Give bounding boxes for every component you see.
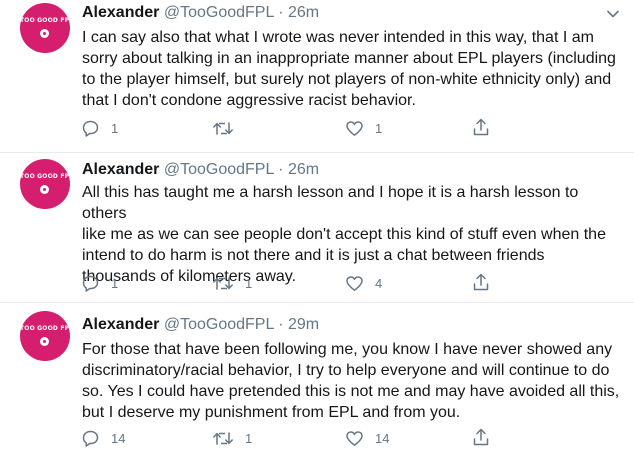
timestamp[interactable]: 26m (288, 161, 319, 178)
avatar[interactable]: TOO GOOD FPL (20, 311, 70, 361)
like-count: 4 (375, 275, 383, 291)
retweet-icon (213, 276, 233, 290)
like-button[interactable]: 1 (345, 118, 382, 138)
like-count: 14 (375, 430, 390, 446)
share-icon (473, 118, 489, 136)
reply-count: 1 (111, 275, 119, 291)
like-count: 1 (375, 120, 383, 136)
timestamp[interactable]: 26m (288, 4, 319, 21)
retweet-icon (213, 431, 233, 445)
avatar-brand-text: TOO GOOD FPL (20, 325, 70, 332)
timestamp[interactable]: 29m (288, 316, 319, 333)
reply-icon (82, 275, 99, 292)
share-button[interactable] (472, 427, 490, 447)
retweet-button[interactable]: 1 (212, 273, 252, 293)
avatar-brand-text: TOO GOOD FPL (20, 173, 70, 180)
heart-icon (346, 275, 363, 291)
reply-count: 14 (111, 430, 126, 446)
author-handle[interactable]: @TooGoodFPL (164, 4, 274, 21)
reply-button[interactable]: 14 (81, 428, 125, 448)
football-icon (40, 185, 49, 194)
retweet-count: 1 (245, 275, 253, 291)
tweet-text: I can say also that what I wrote was nev… (82, 29, 616, 109)
reply-button[interactable]: 1 (81, 118, 118, 138)
tweet[interactable]: TOO GOOD FPL Alexander @TooGoodFPL · 26m… (0, 153, 634, 302)
author-handle[interactable]: @TooGoodFPL (164, 316, 274, 333)
share-icon (473, 428, 489, 446)
share-button[interactable] (472, 272, 490, 292)
separator: · (278, 161, 284, 178)
like-button[interactable]: 4 (345, 273, 382, 293)
separator: · (278, 316, 284, 333)
author-name[interactable]: Alexander (82, 4, 159, 21)
retweet-button[interactable]: 1 (212, 428, 252, 448)
avatar-brand-text: TOO GOOD FPL (20, 17, 70, 24)
tweet-text: All this has taught me a harsh lesson an… (82, 184, 606, 285)
tweet[interactable]: TOO GOOD FPL Alexander @TooGoodFPL · 26m… (0, 0, 634, 152)
tweet-header: Alexander @TooGoodFPL · 26m (82, 161, 319, 179)
chevron-down-icon[interactable] (606, 7, 620, 21)
football-icon (40, 337, 49, 346)
heart-icon (346, 120, 363, 136)
tweet-text: For those that have been following me, y… (82, 341, 620, 421)
reply-icon (82, 120, 99, 137)
share-icon (473, 273, 489, 291)
heart-icon (346, 430, 363, 446)
reply-count: 1 (111, 120, 119, 136)
retweet-icon (213, 121, 233, 135)
author-name[interactable]: Alexander (82, 161, 159, 178)
tweet[interactable]: TOO GOOD FPL Alexander @TooGoodFPL · 29m… (0, 303, 634, 462)
tweet-header: Alexander @TooGoodFPL · 26m (82, 4, 319, 22)
avatar[interactable]: TOO GOOD FPL (20, 3, 70, 53)
avatar[interactable]: TOO GOOD FPL (20, 159, 70, 209)
tweet-header: Alexander @TooGoodFPL · 29m (82, 316, 319, 334)
author-name[interactable]: Alexander (82, 316, 159, 333)
author-handle[interactable]: @TooGoodFPL (164, 161, 274, 178)
retweet-count: 1 (245, 430, 253, 446)
reply-button[interactable]: 1 (81, 273, 118, 293)
like-button[interactable]: 14 (345, 428, 389, 448)
separator: · (278, 4, 284, 21)
share-button[interactable] (472, 117, 490, 137)
reply-icon (82, 430, 99, 447)
football-icon (40, 29, 49, 38)
retweet-button[interactable] (212, 118, 245, 138)
